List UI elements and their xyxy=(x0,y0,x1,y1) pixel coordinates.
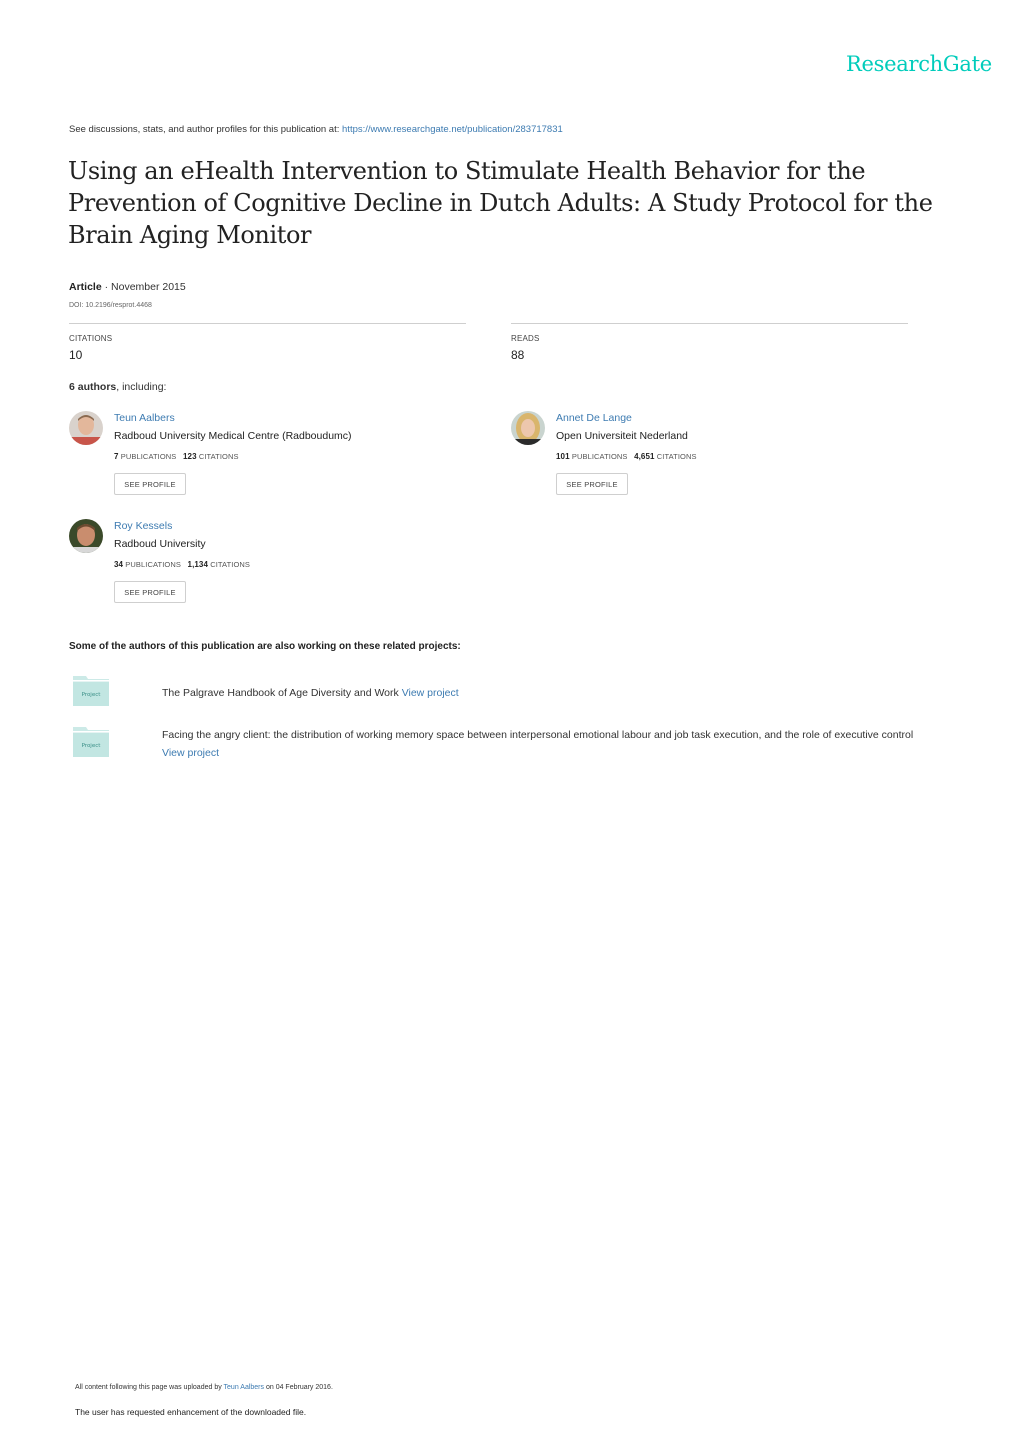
author-citations-label: CITATIONS xyxy=(210,560,251,569)
project-folder-icon: Project xyxy=(72,726,110,758)
author-name-link[interactable]: Teun Aalbers xyxy=(114,412,175,424)
author-publications-label: PUBLICATIONS xyxy=(125,560,181,569)
author-citations-count: 123 xyxy=(182,452,197,461)
upload-suffix: on 04 February 2016. xyxy=(264,1384,333,1391)
citations-value: 10 xyxy=(69,348,83,362)
author-citations-count: 1,134 xyxy=(187,560,209,569)
author-publications-count: 101 xyxy=(556,452,570,461)
author-institution: Open Universiteit Nederland xyxy=(556,430,688,442)
author-citations-label: CITATIONS xyxy=(198,452,239,461)
upload-note: All content following this page was uplo… xyxy=(75,1384,333,1391)
authors-count: 6 authors xyxy=(69,381,117,393)
view-project-link[interactable]: View project xyxy=(162,744,219,762)
avatar-annet-de-lange[interactable] xyxy=(511,411,545,445)
author-publications-label: PUBLICATIONS xyxy=(120,452,177,461)
authors-suffix: , including: xyxy=(116,381,167,393)
author-name-link[interactable]: Annet De Lange xyxy=(556,412,632,424)
reads-value: 88 xyxy=(511,348,525,362)
citations-label: CITATIONS xyxy=(69,334,113,343)
author-stats: 101 PUBLICATIONS 4,651 CITATIONS xyxy=(556,452,697,461)
see-profile-button[interactable]: SEE PROFILE xyxy=(114,473,186,495)
source-prefix: See discussions, stats, and author profi… xyxy=(69,124,343,135)
view-project-link[interactable]: View project xyxy=(402,687,459,699)
enhancement-note: The user has requested enhancement of th… xyxy=(75,1407,307,1417)
author-institution: Radboud University xyxy=(114,538,206,550)
uploader-link[interactable]: Teun Aalbers xyxy=(224,1384,264,1391)
project-folder-icon: Project xyxy=(72,675,110,707)
project-title: Facing the angry client: the distributio… xyxy=(162,729,914,741)
authors-summary: 6 authors, including: xyxy=(69,381,166,393)
meta-separator: · xyxy=(101,281,112,293)
publication-meta: Article · November 2015 xyxy=(69,281,186,293)
publication-source-line: See discussions, stats, and author profi… xyxy=(69,124,563,135)
project-item: Facing the angry client: the distributio… xyxy=(162,726,962,762)
author-publications-count: 7 xyxy=(114,452,119,461)
author-publications-label: PUBLICATIONS xyxy=(571,452,628,461)
project-title: The Palgrave Handbook of Age Diversity a… xyxy=(162,687,402,699)
publication-title: Using an eHealth Intervention to Stimula… xyxy=(68,157,933,249)
publication-date: November 2015 xyxy=(111,281,186,293)
author-publications-count: 34 xyxy=(114,560,124,569)
related-projects-heading: Some of the authors of this publication … xyxy=(69,641,461,652)
author-stats: 7 PUBLICATIONS 123 CITATIONS xyxy=(114,452,239,461)
svg-text:Project: Project xyxy=(82,692,102,698)
author-citations-label: CITATIONS xyxy=(656,452,697,461)
author-citations-count: 4,651 xyxy=(634,452,655,461)
upload-prefix: All content following this page was uplo… xyxy=(75,1384,224,1391)
see-profile-button[interactable]: SEE PROFILE xyxy=(114,581,186,603)
divider-citations xyxy=(69,323,466,324)
publication-type: Article xyxy=(69,281,102,293)
publication-doi: DOI: 10.2196/resprot.4468 xyxy=(69,302,152,309)
avatar-roy-kessels[interactable] xyxy=(69,519,103,553)
divider-reads xyxy=(511,323,908,324)
researchgate-logo[interactable]: ResearchGate xyxy=(846,52,992,76)
project-item: The Palgrave Handbook of Age Diversity a… xyxy=(162,684,459,702)
reads-label: READS xyxy=(511,334,540,343)
author-stats: 34 PUBLICATIONS 1,134 CITATIONS xyxy=(114,560,250,569)
author-name-link[interactable]: Roy Kessels xyxy=(114,520,172,532)
author-institution: Radboud University Medical Centre (Radbo… xyxy=(114,430,352,442)
publication-url-link[interactable]: https://www.researchgate.net/publication… xyxy=(342,124,563,135)
svg-text:Project: Project xyxy=(82,743,102,749)
see-profile-button[interactable]: SEE PROFILE xyxy=(556,473,628,495)
avatar-teun-aalbers[interactable] xyxy=(69,411,103,445)
